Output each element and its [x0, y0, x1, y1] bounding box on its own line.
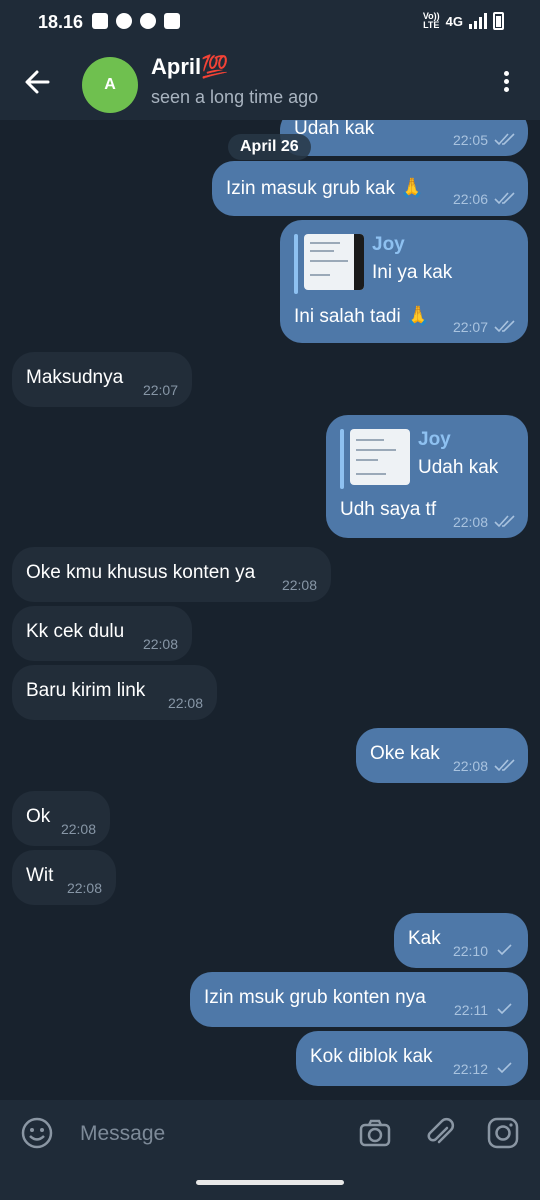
- message-text: Wit: [26, 865, 54, 886]
- message-text: Kok diblok kak: [310, 1046, 433, 1067]
- message-input[interactable]: [80, 1114, 340, 1154]
- smiley-icon[interactable]: [20, 1116, 54, 1150]
- chat-header: A April💯 seen a long time ago: [0, 44, 540, 120]
- message-time: 22:08: [452, 758, 488, 774]
- message-outgoing[interactable]: Kak 22:10: [394, 913, 528, 968]
- message-text: Oke kmu khusus konten ya: [26, 562, 256, 583]
- message-outgoing-reply[interactable]: Joy Ini ya kak Ini salah tadi 🙏 22:07: [280, 220, 528, 343]
- message-time: 22:08: [452, 514, 488, 530]
- home-indicator[interactable]: [196, 1180, 344, 1185]
- shop-bag-icon: [92, 13, 108, 29]
- sim-card-icon: [164, 13, 180, 29]
- message-outgoing[interactable]: Oke kak 22:08: [356, 728, 528, 783]
- message-text: Izin msuk grub konten nya: [204, 987, 426, 1008]
- avatar[interactable]: A: [82, 57, 138, 113]
- message-text: Maksudnya: [26, 367, 124, 388]
- double-check-icon: [494, 133, 515, 146]
- message-time: 22:05: [452, 132, 488, 148]
- message-time: 22:08: [281, 577, 317, 593]
- paperclip-icon[interactable]: [423, 1116, 457, 1150]
- message-incoming[interactable]: Wit 22:08: [12, 850, 116, 905]
- message-time: 22:11: [454, 1002, 488, 1018]
- more-vertical-icon[interactable]: [496, 68, 516, 98]
- message-outgoing[interactable]: Izin masuk grub kak 🙏 22:06: [212, 161, 528, 216]
- reply-sender: Joy: [372, 234, 405, 255]
- message-text: Udh saya tf: [340, 499, 437, 520]
- double-check-icon: [494, 192, 515, 205]
- double-check-icon: [494, 515, 515, 528]
- message-text: Ok: [26, 806, 51, 827]
- message-outgoing[interactable]: Udah kak 22:05: [280, 120, 528, 156]
- single-check-icon: [497, 1062, 512, 1074]
- message-outgoing-reply[interactable]: Joy Udah kak Udh saya tf 22:08: [326, 415, 528, 538]
- message-time: 22:07: [142, 382, 178, 398]
- message-outgoing[interactable]: Izin msuk grub konten nya 22:11: [190, 972, 528, 1027]
- message-time: 22:08: [167, 695, 203, 711]
- notification-icons: [92, 13, 180, 29]
- reply-text: Ini ya kak: [372, 262, 453, 283]
- message-time: 22:12: [452, 1061, 488, 1077]
- status-right: Vo)) LTE 4G: [423, 12, 504, 30]
- message-list[interactable]: Udah kak 22:05 April 26 Izin masuk grub …: [0, 120, 540, 1100]
- message-text: Baru kirim link: [26, 680, 146, 701]
- message-text: Kak: [408, 928, 441, 949]
- message-time: 22:06: [452, 191, 488, 207]
- message-incoming[interactable]: Oke kmu khusus konten ya 22:08: [12, 547, 331, 602]
- message-incoming[interactable]: Maksudnya 22:07: [12, 352, 192, 407]
- contact-name[interactable]: April💯: [151, 54, 229, 80]
- signal-icon: [469, 13, 487, 29]
- single-check-icon: [497, 944, 512, 956]
- reply-thumbnail: [350, 429, 410, 485]
- whatsapp-icon: [116, 13, 132, 29]
- date-separator: April 26: [228, 134, 311, 160]
- camera-icon[interactable]: [358, 1116, 392, 1150]
- message-text: Izin masuk grub kak 🙏: [226, 178, 424, 199]
- double-check-icon: [494, 759, 515, 772]
- message-time: 22:07: [452, 319, 488, 335]
- reply-sender: Joy: [418, 429, 451, 450]
- back-arrow-icon[interactable]: [18, 62, 58, 102]
- message-text: Ini salah tadi 🙏: [294, 306, 430, 327]
- reply-bar: [340, 429, 344, 489]
- message-outgoing[interactable]: Kok diblok kak 22:12: [296, 1031, 528, 1086]
- message-incoming[interactable]: Ok 22:08: [12, 791, 110, 846]
- message-time: 22:08: [142, 636, 178, 652]
- message-incoming[interactable]: Baru kirim link 22:08: [12, 665, 217, 720]
- message-incoming[interactable]: Kk cek dulu 22:08: [12, 606, 192, 661]
- reply-thumbnail: [304, 234, 364, 290]
- message-time: 22:08: [66, 880, 102, 896]
- status-bar: 18.16 Vo)) LTE 4G: [0, 0, 540, 44]
- chat-bubble-icon: [140, 13, 156, 29]
- battery-icon: [493, 12, 504, 30]
- reply-bar: [294, 234, 298, 294]
- instagram-icon[interactable]: [486, 1116, 520, 1150]
- composer-bar: [0, 1100, 540, 1200]
- message-text: Oke kak: [370, 743, 440, 764]
- single-check-icon: [497, 1003, 512, 1015]
- message-time: 22:08: [60, 821, 96, 837]
- status-time: 18.16: [38, 12, 84, 32]
- network-type: 4G: [445, 13, 463, 29]
- message-time: 22:10: [452, 943, 488, 959]
- volte-icon: Vo)) LTE: [423, 12, 440, 30]
- contact-status: seen a long time ago: [151, 87, 319, 107]
- double-check-icon: [494, 320, 515, 333]
- message-text: Kk cek dulu: [26, 621, 125, 642]
- volte-bottom-label: LTE: [423, 20, 440, 30]
- reply-text: Udah kak: [418, 457, 499, 478]
